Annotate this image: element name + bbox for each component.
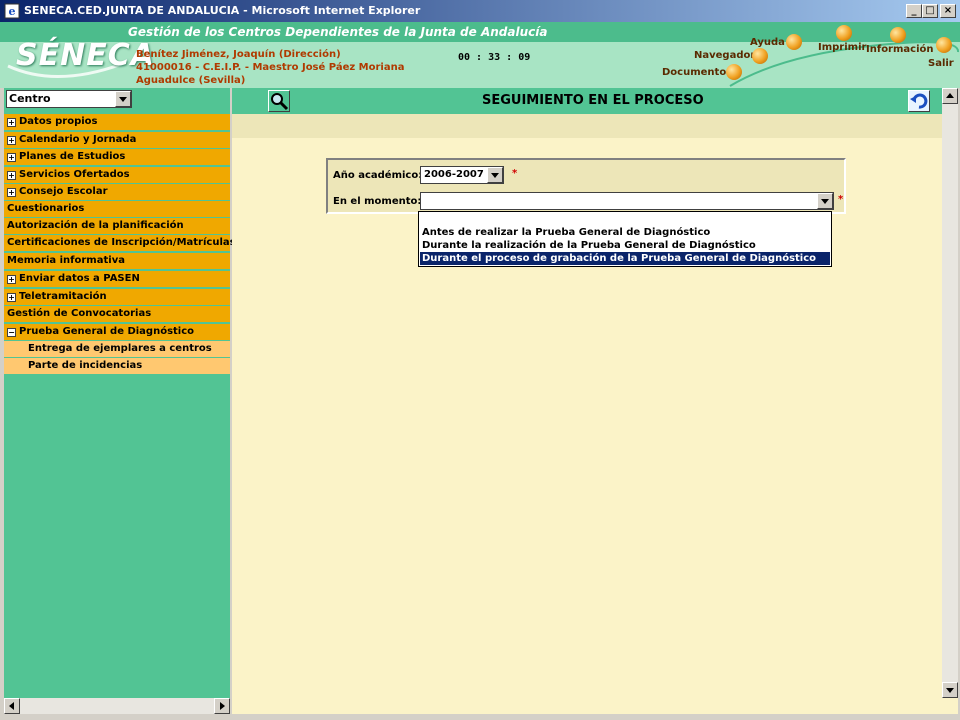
sidebar-subitem-entrega[interactable]: Entrega de ejemplares a centros: [4, 341, 230, 357]
scroll-left-button[interactable]: [4, 698, 20, 714]
required-mark: *: [512, 168, 518, 179]
anio-academico-value: 2006-2007: [424, 169, 484, 180]
horizontal-scrollbar[interactable]: [4, 698, 230, 714]
header-subtitle: Gestión de los Centros Dependientes de l…: [128, 25, 548, 39]
sidebar-item-label: Autorización de la planificación: [7, 220, 184, 231]
documentos-ball-icon[interactable]: [726, 64, 742, 80]
sidebar-item-label: Gestión de Convocatorias: [7, 308, 152, 319]
sidebar-item-label: Cuestionarios: [7, 203, 85, 214]
main-bottom-area: [232, 698, 958, 714]
centro-select-value: Centro: [9, 92, 51, 105]
user-info: Benítez Jiménez, Joaquín (Dirección) 410…: [136, 48, 404, 87]
sidebar-item-label: Prueba General de Diagnóstico: [19, 326, 195, 337]
chevron-down-icon[interactable]: [817, 193, 833, 209]
imprimir-ball-icon[interactable]: [836, 25, 852, 41]
salir-ball-icon[interactable]: [936, 37, 952, 53]
navegador-ball-icon[interactable]: [752, 48, 768, 64]
centro-bar: Centro: [4, 88, 230, 114]
navegador-link[interactable]: Navegador: [694, 50, 755, 61]
vertical-scrollbar[interactable]: [942, 88, 958, 698]
collapse-icon[interactable]: −: [7, 328, 16, 337]
sidebar-item-planes-estudios[interactable]: + Planes de Estudios: [4, 149, 230, 165]
sidebar-item-autorizacion[interactable]: Autorización de la planificación: [4, 218, 230, 234]
anio-label: Año académico:: [333, 170, 423, 181]
filter-form: Año académico: 2006-2007 * En el momento…: [326, 158, 846, 214]
main-content: SEGUIMIENTO EN EL PROCESO Año académico:…: [232, 88, 942, 698]
sidebar-item-label: Certificaciones de Inscripción/Matrícula…: [7, 237, 236, 248]
main-subbar: [232, 114, 942, 138]
sidebar-item-label: Memoria informativa: [7, 255, 125, 266]
sidebar-item-label: Planes de Estudios: [19, 151, 126, 162]
dropdown-option[interactable]: Antes de realizar la Prueba General de D…: [420, 226, 830, 239]
momento-select[interactable]: [420, 192, 834, 210]
informacion-link[interactable]: Información: [866, 44, 934, 55]
session-clock: 00 : 33 : 09: [458, 52, 531, 63]
imprimir-link[interactable]: Imprimir: [818, 42, 866, 53]
scroll-up-button[interactable]: [942, 88, 958, 104]
user-name: Benítez Jiménez, Joaquín (Dirección): [136, 49, 341, 60]
magnifier-icon: [271, 93, 289, 111]
center-name: 41000016 - C.E.I.P. - Maestro José Páez …: [136, 62, 405, 73]
sidebar-item-label: Calendario y Jornada: [19, 134, 137, 145]
dropdown-option[interactable]: Durante la realización de la Prueba Gene…: [420, 239, 830, 252]
main-toolbar: SEGUIMIENTO EN EL PROCESO: [232, 88, 942, 114]
window-title-bar: e SENECA.CED.JUNTA DE ANDALUCIA - Micros…: [0, 0, 960, 22]
ayuda-ball-icon[interactable]: [786, 34, 802, 50]
internet-explorer-icon: e: [4, 3, 20, 19]
anio-academico-select[interactable]: 2006-2007: [420, 166, 504, 184]
sidebar-item-prueba-diagnostico[interactable]: − Prueba General de Diagnóstico: [4, 324, 230, 340]
window-title: SENECA.CED.JUNTA DE ANDALUCIA - Microsof…: [24, 4, 421, 17]
expand-icon[interactable]: +: [7, 153, 16, 162]
seneca-logo[interactable]: SÉNECA: [16, 38, 155, 73]
expand-icon[interactable]: +: [7, 118, 16, 127]
expand-icon[interactable]: +: [7, 171, 16, 180]
informacion-ball-icon[interactable]: [890, 27, 906, 43]
salir-link[interactable]: Salir: [928, 58, 954, 69]
sidebar-item-label: Consejo Escolar: [19, 186, 108, 197]
sidebar-item-consejo-escolar[interactable]: + Consejo Escolar: [4, 184, 230, 200]
minimize-button[interactable]: _: [906, 4, 922, 18]
sidebar-subitem-incidencias[interactable]: Parte de incidencias: [4, 358, 230, 374]
dropdown-option-selected[interactable]: Durante el proceso de grabación de la Pr…: [420, 252, 830, 265]
sidebar-item-label: Datos propios: [19, 116, 98, 127]
close-button[interactable]: ×: [940, 4, 956, 18]
sidebar-item-label: Teletramitación: [19, 291, 107, 302]
app-header: Gestión de los Centros Dependientes de l…: [0, 22, 960, 88]
sidebar-item-memoria[interactable]: Memoria informativa: [4, 253, 230, 269]
scroll-down-button[interactable]: [942, 682, 958, 698]
expand-icon[interactable]: +: [7, 275, 16, 284]
ayuda-link[interactable]: Ayuda: [750, 37, 785, 48]
page-title: SEGUIMIENTO EN EL PROCESO: [482, 93, 704, 108]
sidebar-item-teletramitacion[interactable]: + Teletramitación: [4, 289, 230, 305]
momento-dropdown-list: Antes de realizar la Prueba General de D…: [418, 211, 832, 267]
undo-arrow-icon: [910, 93, 928, 109]
sidebar-item-label: Servicios Ofertados: [19, 169, 130, 180]
center-location: Aguadulce (Sevilla): [136, 75, 246, 86]
scroll-right-button[interactable]: [214, 698, 230, 714]
sidebar-item-label: Enviar datos a PASEN: [19, 273, 140, 284]
sidebar-item-calendario[interactable]: + Calendario y Jornada: [4, 132, 230, 148]
expand-icon[interactable]: +: [7, 188, 16, 197]
back-button[interactable]: [908, 90, 930, 112]
sidebar-item-cuestionarios[interactable]: Cuestionarios: [4, 201, 230, 217]
svg-text:e: e: [9, 5, 16, 18]
centro-select[interactable]: Centro: [6, 90, 132, 108]
chevron-down-icon[interactable]: [115, 91, 131, 107]
sidebar-item-datos-propios[interactable]: + Datos propios: [4, 114, 230, 130]
sidebar-item-pasen[interactable]: + Enviar datos a PASEN: [4, 271, 230, 287]
sidebar-item-convocatorias[interactable]: Gestión de Convocatorias: [4, 306, 230, 322]
required-mark: *: [838, 194, 844, 205]
search-button[interactable]: [268, 90, 290, 112]
sidebar-item-certificaciones[interactable]: Certificaciones de Inscripción/Matrícula…: [4, 235, 236, 251]
chevron-down-icon[interactable]: [487, 167, 503, 183]
momento-label: En el momento:: [333, 196, 422, 207]
expand-icon[interactable]: +: [7, 136, 16, 145]
sidebar-item-servicios[interactable]: + Servicios Ofertados: [4, 167, 230, 183]
sidebar-menu: Centro + Datos propios + Calendario y Jorn…: [4, 88, 236, 698]
documentos-link[interactable]: Documentos: [662, 67, 732, 78]
expand-icon[interactable]: +: [7, 293, 16, 302]
maximize-button[interactable]: □: [922, 4, 938, 18]
